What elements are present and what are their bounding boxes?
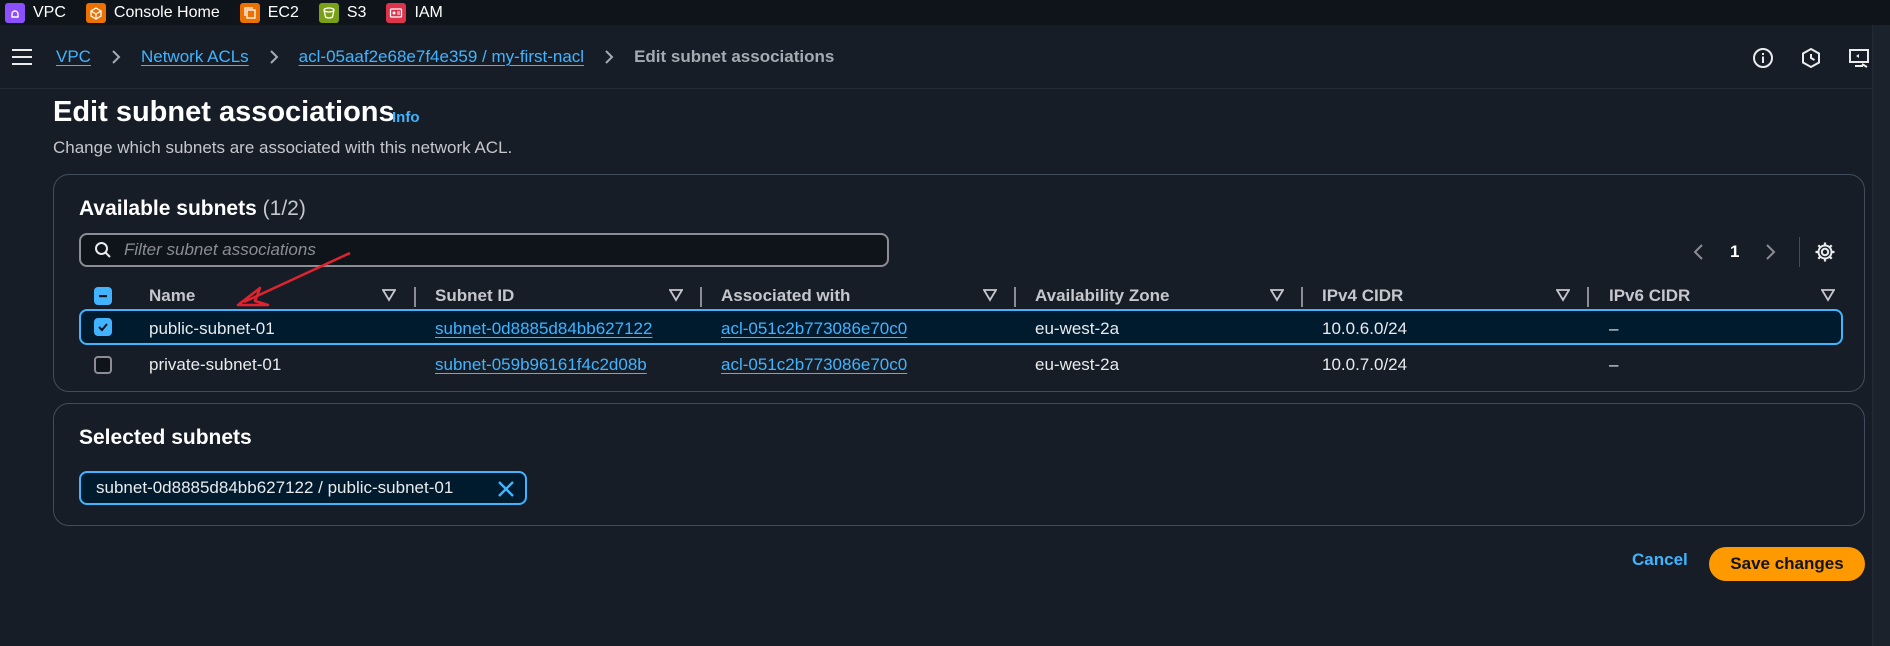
- cell-ipv6-cidr: –: [1609, 319, 1619, 338]
- column-header-associated-with[interactable]: Associated with: [721, 279, 850, 313]
- column-divider[interactable]: [1014, 287, 1016, 307]
- cell-subnet-id-link[interactable]: subnet-059b96161f4c2d08b: [435, 347, 647, 383]
- column-header-subnet-id[interactable]: Subnet ID: [435, 279, 514, 313]
- token-label: subnet-0d8885d84bb627122 / public-subnet…: [96, 478, 454, 497]
- column-header-ipv4-cidr[interactable]: IPv4 CIDR: [1322, 279, 1403, 313]
- favorite-vpc[interactable]: VPC: [5, 2, 66, 23]
- table-row[interactable]: private-subnet-01 subnet-059b96161f4c2d0…: [79, 347, 1843, 383]
- ec2-icon: [239, 2, 260, 23]
- breadcrumb-vpc[interactable]: VPC: [56, 47, 91, 67]
- hamburger-menu-icon[interactable]: [12, 48, 32, 66]
- sort-down-icon[interactable]: [983, 288, 997, 302]
- breadcrumb-network-acls[interactable]: Network ACLs: [141, 47, 249, 67]
- pagination: 1: [1690, 237, 1836, 267]
- info-link[interactable]: Info: [392, 109, 420, 126]
- favorite-iam[interactable]: IAM: [386, 2, 443, 23]
- cell-availability-zone: eu-west-2a: [1035, 355, 1120, 374]
- column-header-ipv6-cidr[interactable]: IPv6 CIDR: [1609, 279, 1690, 313]
- sort-down-icon[interactable]: [1556, 288, 1570, 302]
- cell-associated-link[interactable]: acl-051c2b773086e70c0: [721, 311, 907, 347]
- nav-tools: [1752, 47, 1870, 69]
- favorite-label: VPC: [33, 3, 66, 21]
- chevron-right-icon[interactable]: [1761, 243, 1779, 261]
- gear-icon[interactable]: [1814, 241, 1836, 263]
- breadcrumb: VPC Network ACLs acl-05aaf2e68e7f4e359 /…: [56, 47, 834, 67]
- selected-subnets-panel: Selected subnets subnet-0d8885d84bb62712…: [53, 403, 1865, 526]
- column-divider[interactable]: [414, 287, 416, 307]
- cell-associated-link[interactable]: acl-051c2b773086e70c0: [721, 347, 907, 383]
- table-header: Name Subnet ID Associated with Availabil…: [54, 279, 1864, 313]
- favorite-console-home[interactable]: Console Home: [85, 2, 220, 23]
- filter-box: [79, 233, 889, 267]
- cell-ipv4-cidr: 10.0.6.0/24: [1322, 319, 1408, 338]
- cell-availability-zone: eu-west-2a: [1035, 319, 1120, 338]
- chevron-right-icon: [269, 50, 279, 64]
- column-divider[interactable]: [1587, 287, 1589, 307]
- cell-ipv6-cidr: –: [1609, 355, 1619, 374]
- current-page[interactable]: 1: [1730, 242, 1739, 262]
- cell-ipv4-cidr: 10.0.7.0/24: [1322, 355, 1408, 374]
- info-circle-icon[interactable]: [1752, 47, 1774, 69]
- filter-input[interactable]: [124, 240, 864, 260]
- cell-name: public-subnet-01: [149, 319, 275, 338]
- available-subnets-panel: Available subnets (1/2) 1 Name Subnet ID…: [53, 174, 1865, 392]
- column-divider[interactable]: [700, 287, 702, 307]
- table-row[interactable]: public-subnet-01 subnet-0d8885d84bb62712…: [79, 309, 1843, 345]
- page-description: Change which subnets are associated with…: [53, 138, 513, 157]
- console-home-icon: [85, 2, 106, 23]
- cell-subnet-id-link[interactable]: subnet-0d8885d84bb627122: [435, 311, 652, 347]
- vpc-icon: [5, 2, 25, 23]
- row-checkbox[interactable]: [94, 318, 112, 336]
- column-header-availability-zone[interactable]: Availability Zone: [1035, 279, 1169, 313]
- s3-icon: [318, 2, 339, 23]
- chevron-right-icon: [605, 50, 614, 64]
- search-icon: [95, 242, 111, 258]
- favorite-label: EC2: [267, 3, 299, 21]
- favorite-label: IAM: [414, 3, 443, 21]
- section-heading: Available subnets: [79, 197, 257, 220]
- breadcrumb-current: Edit subnet associations: [634, 47, 835, 66]
- pager-divider: [1799, 237, 1801, 267]
- favorite-ec2[interactable]: EC2: [239, 2, 299, 23]
- screen-share-icon[interactable]: [1848, 47, 1870, 69]
- column-divider[interactable]: [1301, 287, 1303, 307]
- selected-subnets-title: Selected subnets: [79, 426, 252, 449]
- page-title: Edit subnet associations: [53, 96, 395, 128]
- row-checkbox[interactable]: [94, 356, 112, 374]
- cancel-button[interactable]: Cancel: [1632, 550, 1688, 570]
- column-header-name[interactable]: Name: [149, 279, 195, 313]
- favorite-label: Console Home: [113, 3, 220, 21]
- available-subnets-title: Available subnets (1/2): [79, 197, 306, 221]
- sort-down-icon[interactable]: [1270, 288, 1284, 302]
- favorite-s3[interactable]: S3: [318, 2, 367, 23]
- sort-down-icon[interactable]: [382, 288, 396, 302]
- select-all-checkbox[interactable]: [94, 287, 112, 305]
- selected-subnet-token: subnet-0d8885d84bb627122 / public-subnet…: [79, 471, 527, 505]
- chevron-right-icon: [112, 50, 121, 64]
- favorites-bar: VPC Console Home EC2 S3 IAM: [0, 0, 1890, 25]
- chevron-left-icon[interactable]: [1690, 243, 1708, 261]
- close-icon[interactable]: [497, 480, 515, 498]
- sort-down-icon[interactable]: [669, 288, 683, 302]
- save-changes-button[interactable]: Save changes: [1709, 547, 1865, 581]
- iam-icon: [386, 2, 407, 23]
- selection-count: (1/2): [262, 197, 306, 220]
- breadcrumb-acl[interactable]: acl-05aaf2e68e7f4e359 / my-first-nacl: [299, 47, 584, 67]
- cell-name: private-subnet-01: [149, 355, 282, 374]
- sort-down-icon[interactable]: [1821, 288, 1835, 302]
- top-navigation: VPC Network ACLs acl-05aaf2e68e7f4e359 /…: [0, 25, 1890, 89]
- checkmark-icon: [98, 323, 108, 332]
- scrollbar[interactable]: [1872, 25, 1890, 646]
- security-hexagon-icon[interactable]: [1800, 47, 1822, 69]
- favorite-label: S3: [346, 3, 367, 21]
